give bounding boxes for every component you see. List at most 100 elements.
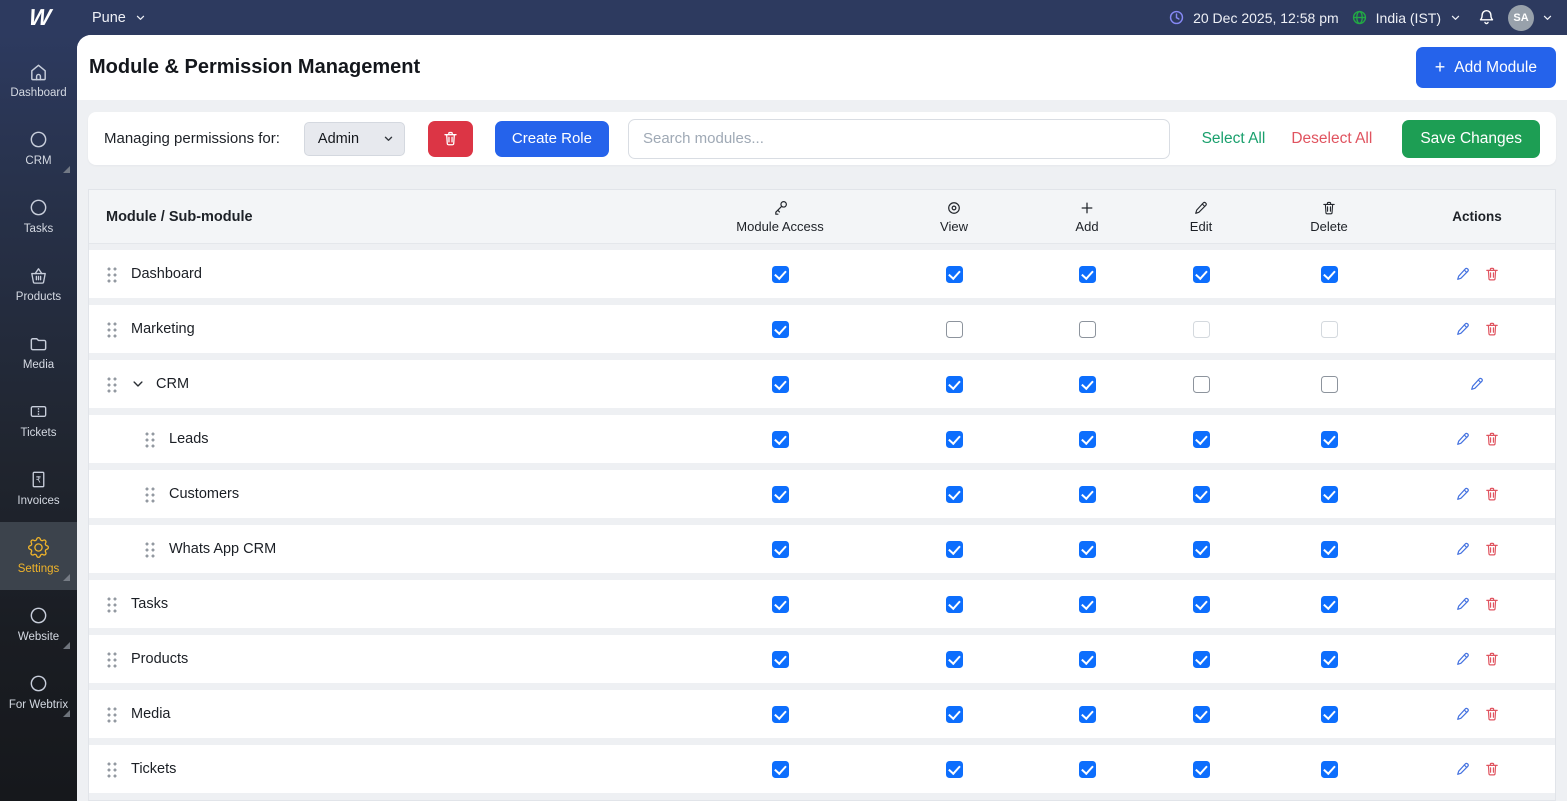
search-input[interactable] [628,119,1170,159]
sidebar-item-media[interactable]: Media [0,318,77,386]
module-access-checkbox[interactable] [772,486,789,503]
module-access-checkbox[interactable] [772,596,789,613]
module-access-checkbox[interactable] [772,376,789,393]
add-checkbox[interactable] [1079,596,1096,613]
user-avatar[interactable]: SA [1508,5,1534,31]
delete-row-icon[interactable] [1484,706,1500,722]
module-access-checkbox[interactable] [772,651,789,668]
app-logo[interactable]: W [0,4,77,31]
sidebar-item-tasks[interactable]: Tasks [0,182,77,250]
create-role-button[interactable]: Create Role [495,121,609,157]
sidebar-item-products[interactable]: Products [0,250,77,318]
edit-row-icon[interactable] [1455,431,1471,447]
module-access-checkbox[interactable] [772,706,789,723]
edit-checkbox[interactable] [1193,486,1210,503]
view-checkbox[interactable] [946,376,963,393]
drag-handle-icon[interactable] [106,596,118,613]
view-checkbox[interactable] [946,266,963,283]
edit-row-icon[interactable] [1455,761,1471,777]
module-access-checkbox[interactable] [772,431,789,448]
module-access-checkbox[interactable] [772,541,789,558]
sidebar-item-website[interactable]: Website [0,590,77,658]
delete-row-icon[interactable] [1484,486,1500,502]
expand-chevron-icon[interactable] [131,377,145,391]
edit-checkbox[interactable] [1193,761,1210,778]
delete-checkbox[interactable] [1321,761,1338,778]
module-access-checkbox[interactable] [772,321,789,338]
delete-checkbox[interactable] [1321,266,1338,283]
delete-checkbox[interactable] [1321,321,1338,338]
delete-checkbox[interactable] [1321,376,1338,393]
drag-handle-icon[interactable] [144,431,156,448]
location-selector[interactable]: Pune [92,10,146,26]
drag-handle-icon[interactable] [106,651,118,668]
edit-checkbox[interactable] [1193,376,1210,393]
add-module-button[interactable]: + Add Module [1416,47,1556,88]
drag-handle-icon[interactable] [144,541,156,558]
view-checkbox[interactable] [946,321,963,338]
edit-checkbox[interactable] [1193,596,1210,613]
edit-row-icon[interactable] [1455,541,1471,557]
add-checkbox[interactable] [1079,266,1096,283]
add-checkbox[interactable] [1079,761,1096,778]
edit-row-icon[interactable] [1455,321,1471,337]
timezone-selector[interactable]: India (IST) [1376,10,1461,26]
add-checkbox[interactable] [1079,706,1096,723]
drag-handle-icon[interactable] [106,706,118,723]
delete-checkbox[interactable] [1321,651,1338,668]
view-checkbox[interactable] [946,706,963,723]
deselect-all-link[interactable]: Deselect All [1291,130,1372,148]
add-checkbox[interactable] [1079,541,1096,558]
drag-handle-icon[interactable] [106,761,118,778]
sidebar-item-for-webtrix[interactable]: For Webtrix [0,658,77,726]
delete-row-icon[interactable] [1484,541,1500,557]
delete-row-icon[interactable] [1484,596,1500,612]
edit-checkbox[interactable] [1193,266,1210,283]
edit-row-icon[interactable] [1455,486,1471,502]
add-checkbox[interactable] [1079,651,1096,668]
add-checkbox[interactable] [1079,431,1096,448]
sidebar-item-tickets[interactable]: Tickets [0,386,77,454]
delete-checkbox[interactable] [1321,486,1338,503]
delete-row-icon[interactable] [1484,651,1500,667]
notifications-bell-icon[interactable] [1477,8,1496,27]
role-select[interactable]: Admin [304,122,405,156]
edit-checkbox[interactable] [1193,706,1210,723]
edit-checkbox[interactable] [1193,541,1210,558]
add-checkbox[interactable] [1079,376,1096,393]
edit-row-icon[interactable] [1455,651,1471,667]
view-checkbox[interactable] [946,651,963,668]
sidebar-item-crm[interactable]: CRM [0,114,77,182]
add-checkbox[interactable] [1079,486,1096,503]
save-changes-button[interactable]: Save Changes [1402,120,1540,158]
edit-checkbox[interactable] [1193,431,1210,448]
delete-checkbox[interactable] [1321,431,1338,448]
delete-row-icon[interactable] [1484,321,1500,337]
view-checkbox[interactable] [946,596,963,613]
drag-handle-icon[interactable] [106,321,118,338]
select-all-link[interactable]: Select All [1202,130,1266,148]
edit-row-icon[interactable] [1469,376,1485,392]
module-access-checkbox[interactable] [772,761,789,778]
edit-row-icon[interactable] [1455,266,1471,282]
drag-handle-icon[interactable] [106,376,118,393]
drag-handle-icon[interactable] [144,486,156,503]
view-checkbox[interactable] [946,431,963,448]
sidebar-item-dashboard[interactable]: Dashboard [0,46,77,114]
delete-checkbox[interactable] [1321,706,1338,723]
delete-checkbox[interactable] [1321,541,1338,558]
drag-handle-icon[interactable] [106,266,118,283]
delete-row-icon[interactable] [1484,761,1500,777]
edit-row-icon[interactable] [1455,706,1471,722]
edit-checkbox[interactable] [1193,321,1210,338]
view-checkbox[interactable] [946,541,963,558]
view-checkbox[interactable] [946,486,963,503]
user-menu-chevron-icon[interactable] [1542,12,1553,23]
delete-checkbox[interactable] [1321,596,1338,613]
module-access-checkbox[interactable] [772,266,789,283]
sidebar-item-invoices[interactable]: ₹ Invoices [0,454,77,522]
delete-row-icon[interactable] [1484,431,1500,447]
edit-checkbox[interactable] [1193,651,1210,668]
delete-role-button[interactable] [428,121,473,157]
add-checkbox[interactable] [1079,321,1096,338]
